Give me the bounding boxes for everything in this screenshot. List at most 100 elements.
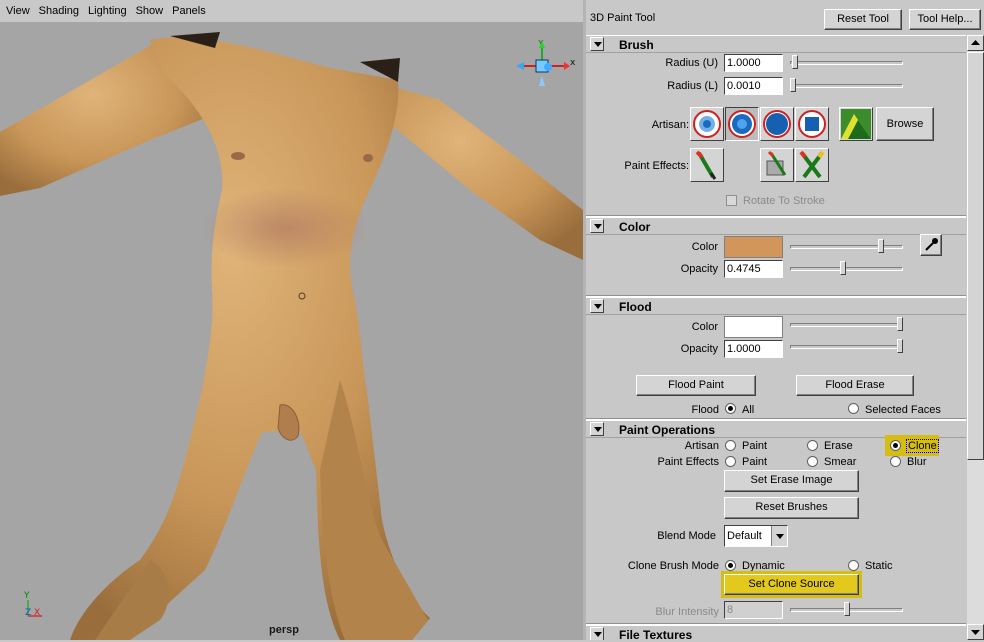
set-erase-image-button[interactable]: Set Erase Image	[724, 470, 859, 492]
blur-intensity-field[interactable]: 8	[724, 601, 783, 619]
reset-brushes-button[interactable]: Reset Brushes	[724, 497, 859, 519]
artisan-erase-radio[interactable]	[807, 440, 818, 451]
color-swatch[interactable]	[724, 236, 783, 258]
scrollbar-thumb[interactable]	[967, 52, 984, 460]
brush-section-header[interactable]: Brush	[586, 35, 966, 53]
medium-brush-icon[interactable]	[725, 107, 759, 141]
3d-viewport[interactable]: View Shading Lighting Show Panels x Y Z …	[0, 0, 583, 640]
menu-show[interactable]: Show	[136, 5, 164, 17]
clone-static-radio[interactable]	[848, 560, 859, 571]
flood-selected-faces-radio[interactable]	[848, 403, 859, 414]
slider-knob[interactable]	[792, 55, 798, 69]
blur-intensity-label: Blur Intensity	[655, 606, 719, 618]
camera-label: persp	[269, 624, 299, 636]
slider-knob[interactable]	[790, 78, 796, 92]
set-clone-source-button[interactable]: Set Clone Source	[724, 574, 859, 595]
vertical-scrollbar[interactable]	[967, 35, 984, 640]
color-label: Color	[691, 241, 718, 253]
slider-knob[interactable]	[897, 317, 903, 331]
slider-knob[interactable]	[897, 339, 903, 353]
blend-mode-label: Blend Mode	[657, 530, 716, 542]
flood-section-header[interactable]: Flood	[586, 297, 966, 315]
axis-z-label: Z	[25, 608, 31, 618]
pe-paint-label: Paint	[742, 456, 768, 468]
pe-smear-label: Smear	[824, 456, 857, 468]
collapse-arrow-icon[interactable]	[590, 37, 604, 51]
blend-mode-value: Default	[727, 530, 762, 542]
flood-section-title: Flood	[619, 300, 652, 314]
flood-paint-button[interactable]: Flood Paint	[636, 375, 756, 396]
file-textures-section-header[interactable]: File Textures	[586, 625, 966, 640]
radius-l-slider[interactable]	[790, 77, 903, 95]
collapse-arrow-icon[interactable]	[590, 219, 604, 233]
menu-view[interactable]: View	[6, 5, 30, 17]
collapse-arrow-icon[interactable]	[590, 627, 604, 640]
menu-panels[interactable]: Panels	[172, 5, 206, 17]
slider-knob[interactable]	[840, 261, 846, 275]
view-cube-icon[interactable]: Y x	[512, 40, 578, 96]
opacity-field[interactable]: 0.4745	[724, 260, 783, 278]
artisan-op-label: Artisan	[684, 440, 719, 452]
browse-button[interactable]: Browse	[876, 107, 934, 141]
artisan-clone-radio[interactable]	[890, 440, 901, 451]
clone-brush-mode-label: Clone Brush Mode	[627, 560, 719, 572]
reset-tool-button[interactable]: Reset Tool	[824, 9, 902, 30]
square-brush-icon[interactable]	[795, 107, 829, 141]
artisan-label: Artisan:	[651, 119, 689, 131]
rotate-to-stroke-checkbox[interactable]	[726, 195, 737, 206]
solid-round-brush-icon[interactable]	[760, 107, 794, 141]
blur-intensity-slider[interactable]	[790, 601, 903, 619]
flood-erase-button[interactable]: Flood Erase	[796, 375, 914, 396]
brush-presets-icon[interactable]	[760, 148, 794, 182]
radius-u-field[interactable]: 1.0000	[724, 54, 783, 72]
color-picker-button[interactable]	[920, 234, 942, 256]
flood-color-swatch[interactable]	[724, 316, 783, 338]
opacity-slider[interactable]	[790, 260, 903, 278]
menu-shading[interactable]: Shading	[39, 5, 79, 17]
slider-knob[interactable]	[844, 602, 850, 616]
crossed-brushes-icon[interactable]	[795, 148, 829, 182]
collapse-arrow-icon[interactable]	[590, 299, 604, 313]
color-value-slider[interactable]	[790, 238, 903, 256]
flood-selected-faces-label: Selected Faces	[865, 404, 941, 416]
radius-u-label: Radius (U)	[665, 57, 718, 69]
eyedropper-icon	[925, 238, 938, 251]
chevron-down-icon[interactable]	[771, 526, 787, 546]
pe-paint-radio[interactable]	[725, 456, 736, 467]
settings-scroll-area[interactable]: Brush Radius (U) 1.0000 Radius (L) 0.001…	[586, 35, 970, 640]
menu-lighting[interactable]: Lighting	[88, 5, 127, 17]
axis-y-label: Y	[23, 591, 30, 601]
tool-help-button[interactable]: Tool Help...	[909, 9, 981, 30]
color-section-title: Color	[619, 220, 651, 234]
flood-color-slider[interactable]	[790, 316, 903, 334]
rotate-to-stroke-label: Rotate To Stroke	[743, 195, 825, 207]
flood-all-label: All	[742, 404, 755, 416]
paint-effects-brush-icon[interactable]	[690, 148, 724, 182]
soft-brush-icon[interactable]	[690, 107, 724, 141]
flood-label: Flood	[691, 404, 719, 416]
opacity-label: Opacity	[680, 263, 718, 275]
textured-body-model[interactable]	[0, 22, 583, 640]
artisan-paint-radio[interactable]	[725, 440, 736, 451]
flood-opacity-label: Opacity	[680, 343, 718, 355]
color-section-header[interactable]: Color	[586, 217, 966, 235]
collapse-arrow-icon[interactable]	[590, 422, 604, 436]
axis-gizmo-icon: Y Z X	[23, 591, 42, 618]
clone-dynamic-radio[interactable]	[725, 560, 736, 571]
paint-effects-op-label: Paint Effects	[657, 456, 719, 468]
custom-brush-icon[interactable]	[839, 107, 873, 141]
slider-knob[interactable]	[878, 239, 884, 253]
flood-opacity-field[interactable]: 1.0000	[724, 340, 783, 358]
radius-l-field[interactable]: 0.0010	[724, 77, 783, 95]
radius-u-slider[interactable]	[790, 54, 903, 72]
flood-all-radio[interactable]	[725, 403, 736, 414]
pe-blur-radio[interactable]	[890, 456, 901, 467]
scroll-up-arrow-icon[interactable]	[967, 35, 984, 51]
flood-opacity-slider[interactable]	[790, 338, 903, 356]
artisan-paint-label: Paint	[742, 440, 768, 452]
pe-smear-radio[interactable]	[807, 456, 818, 467]
scroll-down-arrow-icon[interactable]	[967, 624, 984, 640]
axis-x-label: X	[34, 608, 40, 618]
svg-text:x: x	[570, 58, 576, 68]
blend-mode-dropdown[interactable]: Default	[724, 525, 788, 547]
